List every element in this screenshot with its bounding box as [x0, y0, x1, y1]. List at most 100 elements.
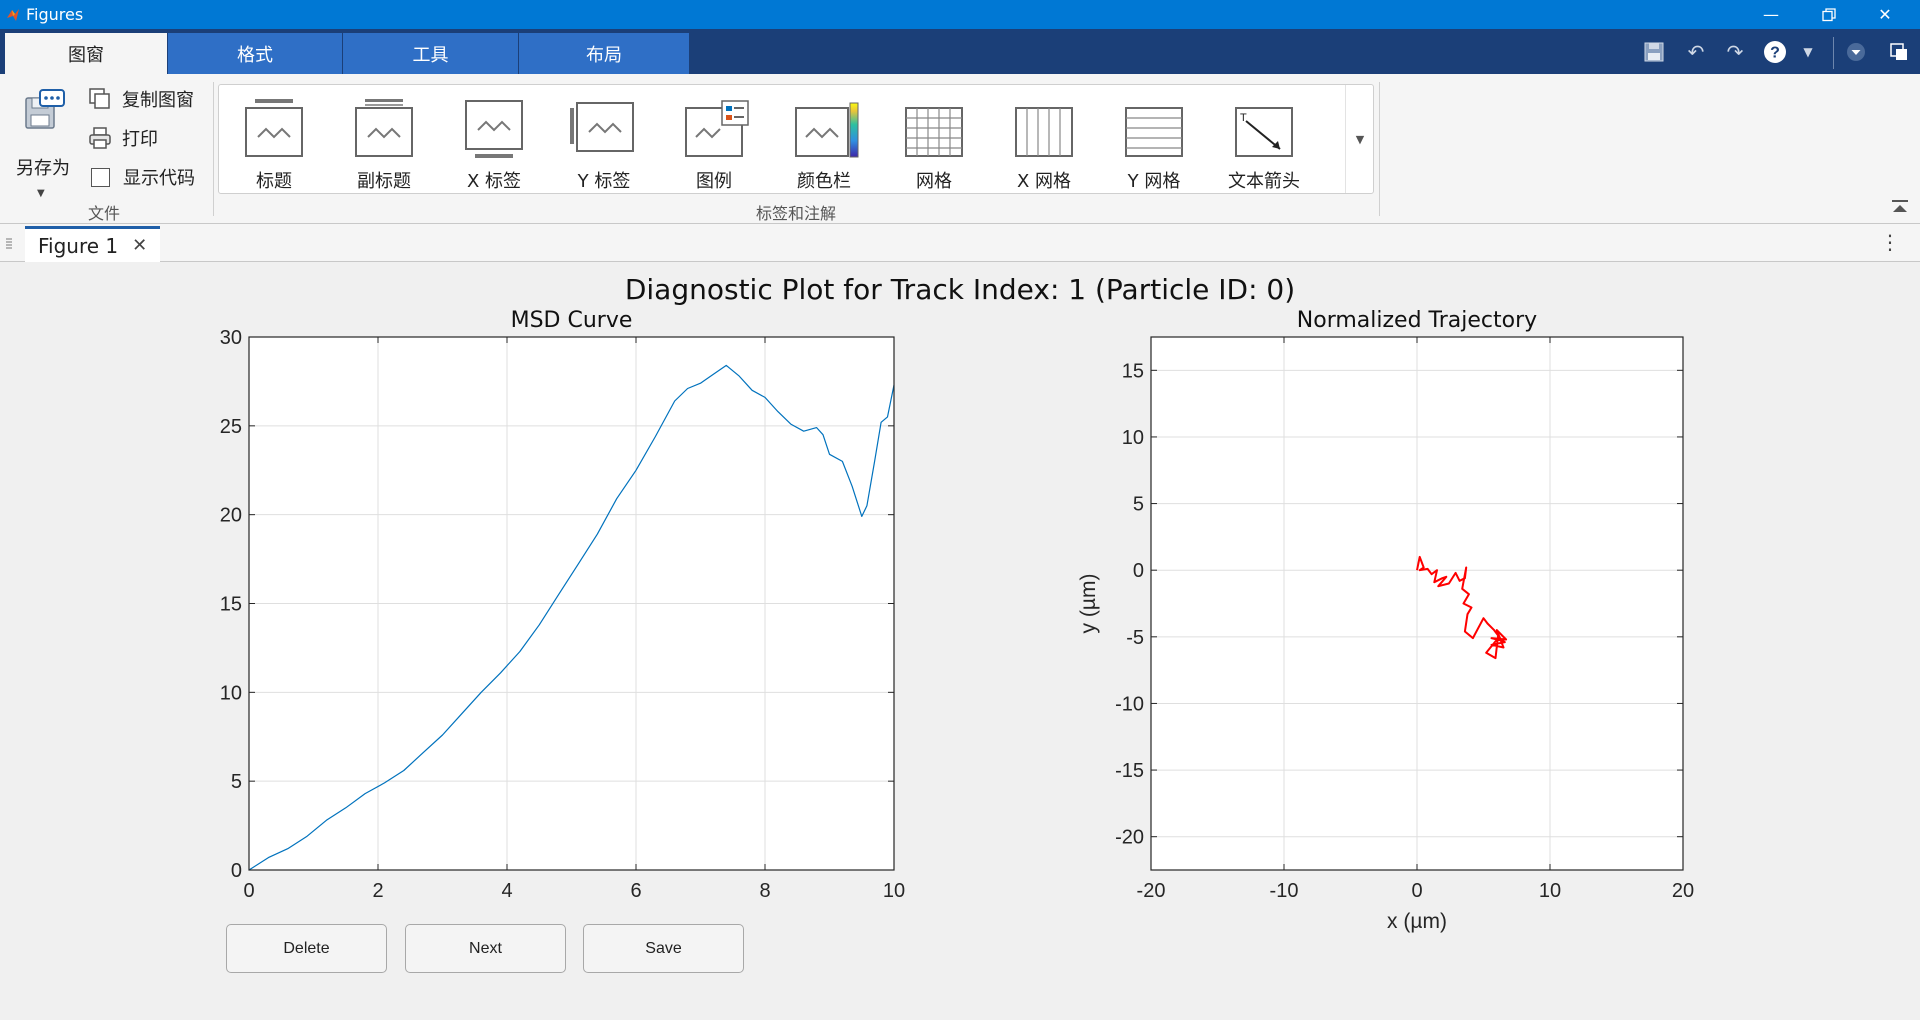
- trajectory-y-tick-label: -20: [1115, 827, 1144, 849]
- delete-button[interactable]: Delete: [226, 924, 387, 973]
- help-button[interactable]: ?: [1760, 37, 1790, 67]
- figure-1-tab[interactable]: Figure 1 ✕: [25, 226, 160, 262]
- msd-y-tick-label: 0: [231, 860, 242, 882]
- trajectory-y-tick-label: 10: [1122, 427, 1144, 449]
- matlab-logo-icon: [7, 8, 19, 21]
- ygrid-button[interactable]: Y 网格: [1104, 95, 1204, 195]
- printer-icon: [89, 127, 111, 149]
- close-icon: ✕: [1878, 5, 1892, 24]
- print-button[interactable]: 打印: [88, 125, 158, 151]
- subtitle-button[interactable]: 副标题: [334, 95, 434, 195]
- trajectory-y-tick-label: -5: [1126, 627, 1144, 649]
- close-window-button[interactable]: ✕: [1862, 0, 1908, 29]
- msd-y-tick-label: 25: [220, 416, 242, 438]
- undock-button[interactable]: [1884, 37, 1914, 67]
- tab-format[interactable]: 格式: [168, 33, 342, 74]
- chevron-down-icon: ▼: [1355, 132, 1365, 146]
- ygrid-button-label: Y 网格: [1127, 171, 1181, 192]
- ylabel-button-label: Y 标签: [577, 171, 631, 192]
- undo-button[interactable]: ↶: [1681, 37, 1711, 67]
- xgrid-button-label: X 网格: [1016, 171, 1072, 192]
- msd-x-tick-label: 4: [501, 880, 512, 902]
- annotation-group-label: 标签和注解: [755, 204, 836, 223]
- print-label: 打印: [122, 129, 158, 150]
- msd-y-tick-label: 10: [220, 682, 242, 704]
- legend-button-label: 图例: [696, 171, 732, 192]
- trajectory-y-tick-label: -15: [1115, 760, 1144, 782]
- collapse-ribbon-icon: [1892, 200, 1908, 212]
- save-button[interactable]: Save: [583, 924, 744, 973]
- group-separator: [1379, 82, 1380, 216]
- drag-handle-icon[interactable]: [6, 236, 12, 250]
- grid-icon: [905, 107, 963, 157]
- gallery-expand-button[interactable]: ▼: [1345, 85, 1374, 193]
- msd-x-tick-label: 0: [243, 880, 254, 902]
- tab-figure[interactable]: 图窗: [5, 33, 167, 74]
- trajectory-y-tick-label: 0: [1133, 560, 1144, 582]
- minimize-button[interactable]: —: [1748, 0, 1794, 29]
- ribbon: 另存为 ▼ 复制图窗 打印 显示代码 文件 标题 副标题 X 标签 Y 标签 图…: [0, 74, 1920, 224]
- copy-figure-label: 复制图窗: [122, 90, 194, 111]
- annotation-gallery: 标题 副标题 X 标签 Y 标签 图例 颜色栏 网格 X 网格 Y 网格 T 文…: [218, 84, 1374, 194]
- tab-layout[interactable]: 布局: [519, 33, 689, 74]
- copy-figure-button[interactable]: 复制图窗: [88, 86, 194, 112]
- trajectory-x-tick-label: 0: [1411, 880, 1422, 902]
- xlabel-button-label: X 标签: [466, 171, 522, 192]
- xgrid-button[interactable]: X 网格: [994, 95, 1094, 195]
- trajectory-y-tick-label: -10: [1115, 693, 1144, 715]
- xgrid-icon: [1015, 107, 1073, 157]
- ylabel-button[interactable]: Y 标签: [554, 95, 654, 195]
- colorbar-button[interactable]: 颜色栏: [774, 95, 874, 195]
- msd-x-tick-label: 10: [883, 880, 905, 902]
- title-bar: Figures — ✕: [0, 0, 1920, 29]
- minimize-icon: —: [1763, 5, 1779, 24]
- msd-y-tick-label: 20: [220, 505, 242, 527]
- text-arrow-button[interactable]: T 文本箭头: [1214, 95, 1314, 195]
- msd-x-tick-label: 8: [759, 880, 770, 902]
- text-arrow-button-label: 文本箭头: [1228, 171, 1300, 192]
- checkbox-box: [91, 167, 110, 187]
- trajectory-x-tick-label: 10: [1539, 880, 1561, 902]
- chevron-down-icon: ▼: [37, 188, 45, 199]
- save-as-button[interactable]: 另存为 ▼: [8, 88, 78, 208]
- trajectory-x-tick-label: 20: [1672, 880, 1694, 902]
- xlabel-button[interactable]: X 标签: [444, 95, 544, 195]
- save-icon: [1644, 42, 1664, 62]
- plots-svg: 0 2 4 6 8 10 0 5 10 15 20 25 30 -20 -10 0 10 20 -20 -15 -10 -…: [220, 327, 1694, 933]
- save-as-icon: [25, 89, 65, 129]
- msd-x-tick-label: 2: [372, 880, 383, 902]
- collapse-ribbon-button[interactable]: [1890, 198, 1910, 216]
- grid-button-label: 网格: [916, 171, 952, 192]
- xlabel-icon: [465, 100, 523, 158]
- ylabel-icon: [570, 102, 634, 152]
- figure-tab-bar: Figure 1 ✕ ⋮: [0, 224, 1920, 262]
- msd-x-tick-label: 6: [630, 880, 641, 902]
- colorbar-button-label: 颜色栏: [797, 171, 851, 192]
- colorbar-icon: [795, 102, 859, 158]
- save-quick-button[interactable]: [1639, 37, 1669, 67]
- title-icon: [245, 99, 303, 157]
- title-button[interactable]: 标题: [224, 95, 324, 195]
- save-as-label: 另存为: [16, 158, 70, 179]
- restore-button[interactable]: [1806, 0, 1852, 29]
- next-button[interactable]: Next: [405, 924, 566, 973]
- trajectory-x-axis-label: x (µm): [1387, 910, 1447, 933]
- legend-button[interactable]: 图例: [664, 95, 764, 195]
- redo-button[interactable]: ↷: [1720, 37, 1750, 67]
- close-icon[interactable]: ✕: [132, 235, 147, 256]
- toolstrip-menu-button[interactable]: [1841, 37, 1871, 67]
- subtitle-button-label: 副标题: [357, 171, 411, 192]
- more-options-button[interactable]: ⋮: [1880, 232, 1900, 252]
- tab-tools[interactable]: 工具: [343, 33, 518, 74]
- msd-y-tick-label: 15: [220, 594, 242, 616]
- text-arrow-icon: T: [1235, 107, 1293, 157]
- figure-canvas: Diagnostic Plot for Track Index: 1 (Part…: [0, 262, 1920, 1020]
- show-code-checkbox[interactable]: 显示代码: [88, 164, 195, 190]
- msd-y-tick-label: 5: [231, 771, 242, 793]
- help-dropdown-button[interactable]: ▼: [1793, 37, 1823, 67]
- grid-button[interactable]: 网格: [884, 95, 984, 195]
- help-icon: ?: [1764, 41, 1786, 63]
- chevron-down-icon: ▼: [1803, 45, 1813, 59]
- ribbon-tab-strip: 图窗 格式 工具 布局: [0, 29, 1920, 74]
- subtitle-icon: [355, 99, 413, 157]
